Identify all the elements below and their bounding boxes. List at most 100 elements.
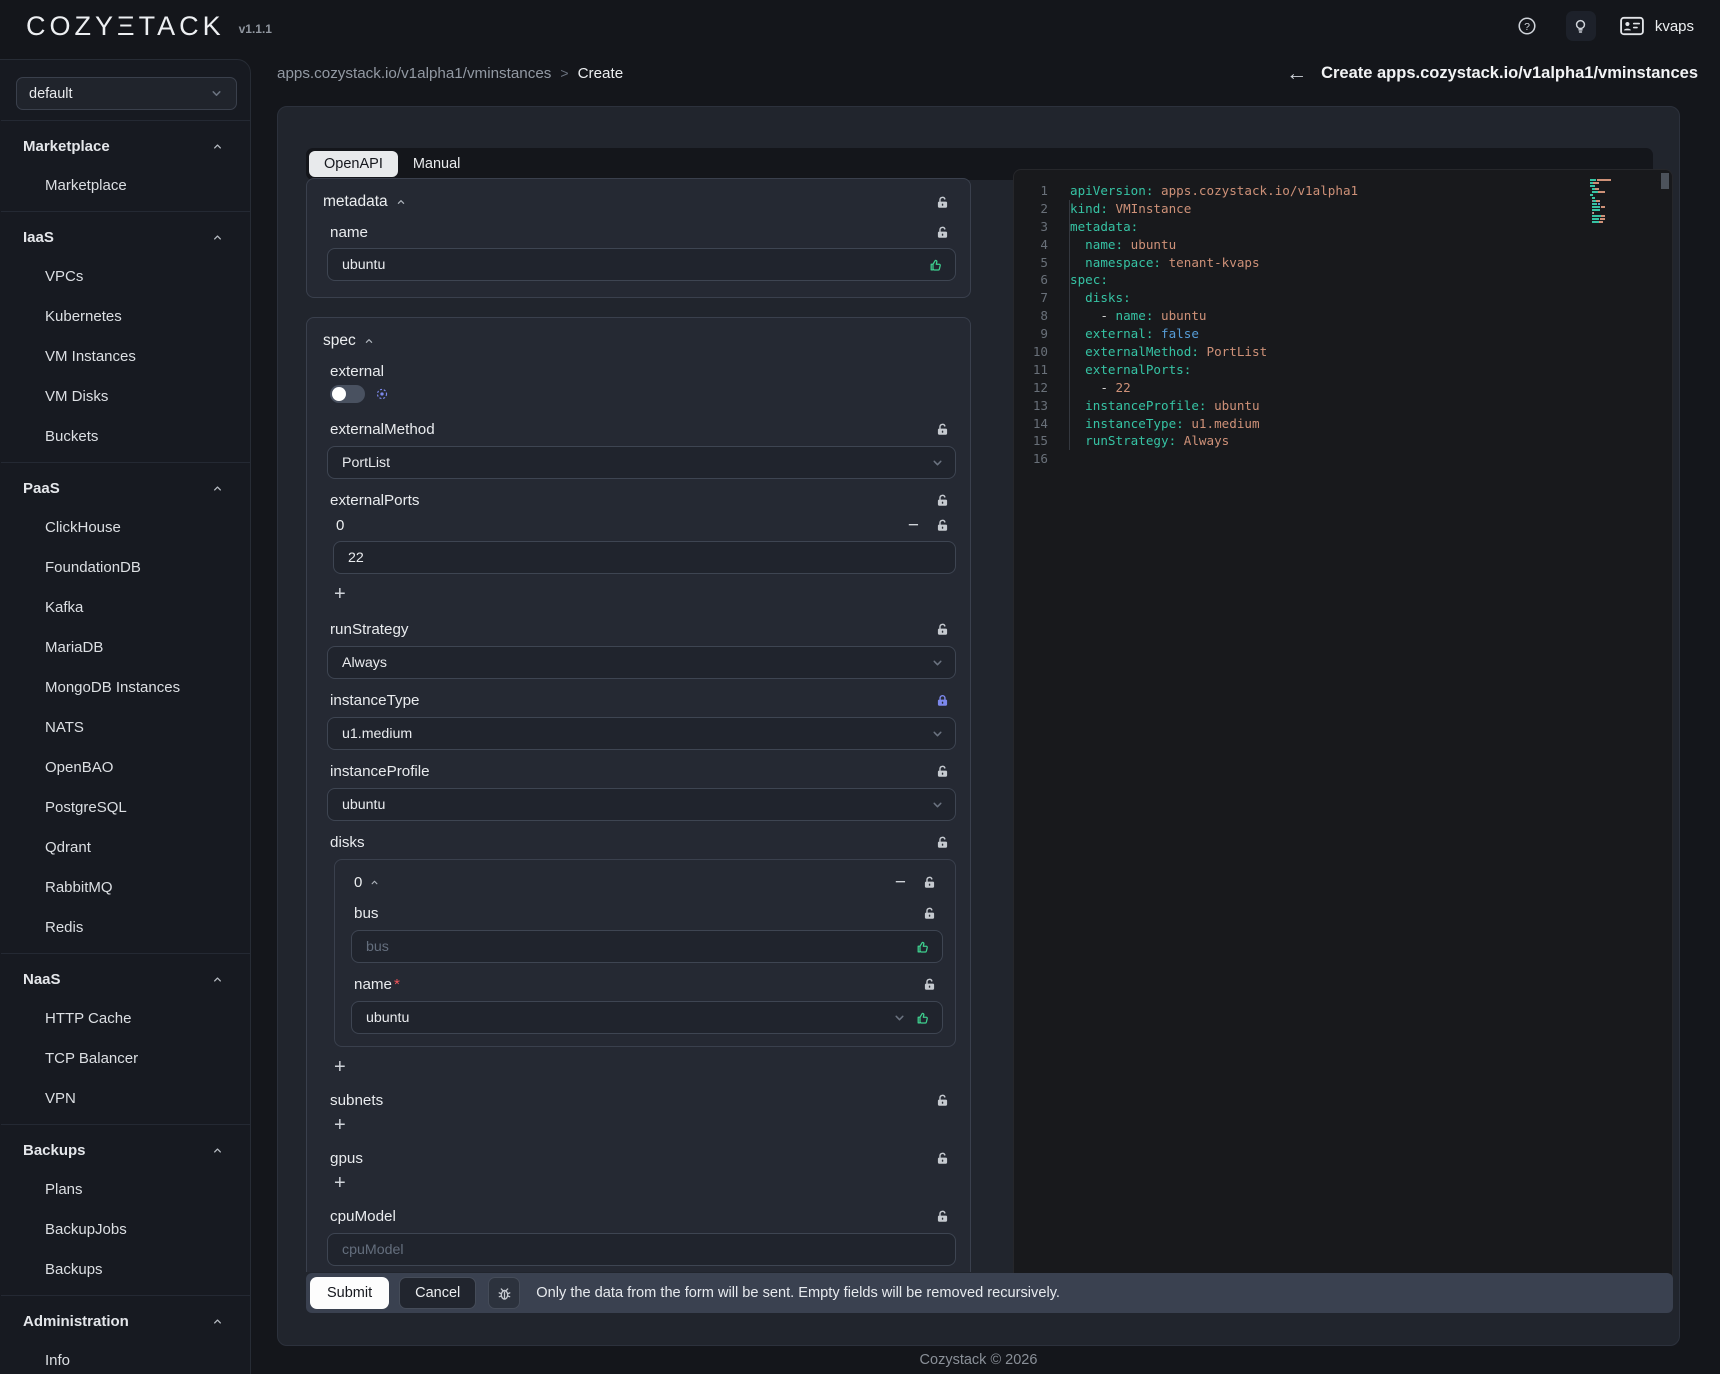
sidebar-item-vpcs[interactable]: VPCs (1, 256, 250, 296)
sidebar-item-qdrant[interactable]: Qdrant (1, 827, 250, 867)
instanceProfile-lock-button[interactable] (935, 764, 950, 779)
namespace-select[interactable]: default (16, 77, 237, 110)
tab-manual[interactable]: Manual (398, 151, 476, 177)
sidebar-item-vpn[interactable]: VPN (1, 1078, 250, 1118)
footer-copyright: Cozystack © 2026 (277, 1352, 1680, 1368)
port-lock-button[interactable] (935, 518, 950, 533)
sidebar-group-naas[interactable]: NaaS (1, 960, 250, 998)
externalMethod-select[interactable]: PortList (327, 446, 956, 479)
accept-default-button[interactable] (915, 938, 932, 955)
sidebar-item-redis[interactable]: Redis (1, 907, 250, 947)
bus-lock-button[interactable] (922, 906, 937, 921)
cpuModel-lock-button[interactable] (935, 1209, 950, 1224)
add-disk-button[interactable]: + (334, 1057, 358, 1077)
sidebar-group-label: NaaS (23, 971, 61, 988)
metadata-name-input[interactable] (327, 248, 956, 281)
instanceType-lock-button[interactable] (935, 693, 950, 708)
sidebar-item-foundationdb[interactable]: FoundationDB (1, 547, 250, 587)
revert-default-icon[interactable] (375, 387, 389, 401)
sidebar-item-backupjobs[interactable]: BackupJobs (1, 1209, 250, 1249)
externalMethod-lock-button[interactable] (935, 422, 950, 437)
code-line: kind: VMInstance (1070, 200, 1191, 218)
code-line: runStrategy: Always (1070, 432, 1229, 450)
editor-minimap (1590, 179, 1656, 227)
theme-toggle-button[interactable] (1566, 11, 1596, 41)
sidebar-divider (1, 1124, 250, 1125)
remove-port-button[interactable]: − (908, 516, 919, 535)
sidebar-group-administration[interactable]: Administration (1, 1302, 250, 1340)
sidebar-item-vm-disks[interactable]: VM Disks (1, 376, 250, 416)
back-arrow-icon[interactable]: ← (1286, 63, 1307, 84)
sidebar-item-postgresql[interactable]: PostgreSQL (1, 787, 250, 827)
sidebar-item-clickhouse[interactable]: ClickHouse (1, 507, 250, 547)
accept-default-button[interactable] (915, 1009, 932, 1026)
sidebar-item-openbao[interactable]: OpenBAO (1, 747, 250, 787)
help-button[interactable] (1512, 11, 1542, 41)
disk-name-lock-button[interactable] (922, 977, 937, 992)
sidebar-group-paas[interactable]: PaaS (1, 469, 250, 507)
add-gpu-button[interactable]: + (334, 1173, 358, 1193)
cpuModel-input[interactable] (327, 1233, 956, 1266)
runStrategy-select[interactable]: Always (327, 646, 956, 679)
metadata-lock-button[interactable] (935, 195, 950, 210)
add-subnet-button[interactable]: + (334, 1115, 358, 1135)
runStrategy-lock-button[interactable] (935, 622, 950, 637)
disks-lock-button[interactable] (935, 835, 950, 850)
accept-default-button[interactable] (928, 256, 945, 273)
editor-line: 5 namespace: tenant-kvaps (1014, 254, 1672, 272)
sidebar-item-marketplace[interactable]: Marketplace (1, 165, 250, 205)
externalPorts-value-input[interactable] (333, 541, 956, 574)
yaml-editor[interactable]: 1apiVersion: apps.cozystack.io/v1alpha12… (1013, 169, 1673, 1286)
sidebar-item-tcp-balancer[interactable]: TCP Balancer (1, 1038, 250, 1078)
sidebar-item-kafka[interactable]: Kafka (1, 587, 250, 627)
sidebar-item-info[interactable]: Info (1, 1340, 250, 1374)
line-number: 5 (1014, 254, 1048, 272)
sidebar-item-vm-instances[interactable]: VM Instances (1, 336, 250, 376)
sidebar-item-mongodb-instances[interactable]: MongoDB Instances (1, 667, 250, 707)
tab-openapi[interactable]: OpenAPI (309, 151, 398, 177)
metadata-section-toggle[interactable]: metadata (323, 193, 407, 211)
breadcrumb-path-link[interactable]: apps.cozystack.io/v1alpha1/vminstances (277, 65, 551, 82)
code-line: metadata: (1070, 218, 1138, 236)
sidebar-group-marketplace[interactable]: Marketplace (1, 127, 250, 165)
externalPorts-lock-button[interactable] (935, 493, 950, 508)
name-lock-button[interactable] (935, 225, 950, 240)
code-line: apiVersion: apps.cozystack.io/v1alpha1 (1070, 182, 1358, 200)
sidebar-item-kubernetes[interactable]: Kubernetes (1, 296, 250, 336)
main-panel: OpenAPI Manual metadata name (277, 106, 1680, 1346)
spec-section-toggle[interactable]: spec (323, 332, 375, 350)
external-toggle[interactable] (330, 385, 365, 403)
code-line: - 22 (1070, 379, 1131, 397)
editor-scrollbar[interactable] (1661, 173, 1669, 189)
sidebar-item-nats[interactable]: NATS (1, 707, 250, 747)
disk-name-select[interactable]: ubuntu (351, 1001, 943, 1034)
sidebar-item-backups[interactable]: Backups (1, 1249, 250, 1289)
sidebar-item-http-cache[interactable]: HTTP Cache (1, 998, 250, 1038)
user-menu[interactable]: kvaps (1620, 11, 1694, 41)
sidebar-item-plans[interactable]: Plans (1, 1169, 250, 1209)
disk-item-toggle[interactable]: 0 (354, 874, 380, 891)
instanceType-select[interactable]: u1.medium (327, 717, 956, 750)
submit-button[interactable]: Submit (310, 1277, 389, 1309)
subnets-lock-button[interactable] (935, 1093, 950, 1108)
remove-disk-button[interactable]: − (895, 873, 906, 892)
field-label-disk-name: name* (354, 976, 400, 993)
open-lock-icon (935, 422, 950, 437)
sidebar-item-mariadb[interactable]: MariaDB (1, 627, 250, 667)
sidebar-item-buckets[interactable]: Buckets (1, 416, 250, 456)
sidebar-item-rabbitmq[interactable]: RabbitMQ (1, 867, 250, 907)
chevron-up-icon (211, 1144, 224, 1157)
gpus-lock-button[interactable] (935, 1151, 950, 1166)
bus-input[interactable] (351, 930, 943, 963)
debug-button[interactable] (488, 1277, 520, 1309)
disk-lock-button[interactable] (922, 875, 937, 890)
select-value: PortList (342, 455, 390, 471)
cancel-button[interactable]: Cancel (399, 1277, 476, 1309)
spec-section: spec external externalMethod PortList (306, 317, 971, 1272)
open-lock-icon (935, 1209, 950, 1224)
sidebar-group-backups[interactable]: Backups (1, 1131, 250, 1169)
sidebar-group-iaas[interactable]: IaaS (1, 218, 250, 256)
instanceProfile-select[interactable]: ubuntu (327, 788, 956, 821)
add-port-button[interactable]: + (334, 584, 358, 604)
chevron-down-icon (892, 1010, 907, 1025)
